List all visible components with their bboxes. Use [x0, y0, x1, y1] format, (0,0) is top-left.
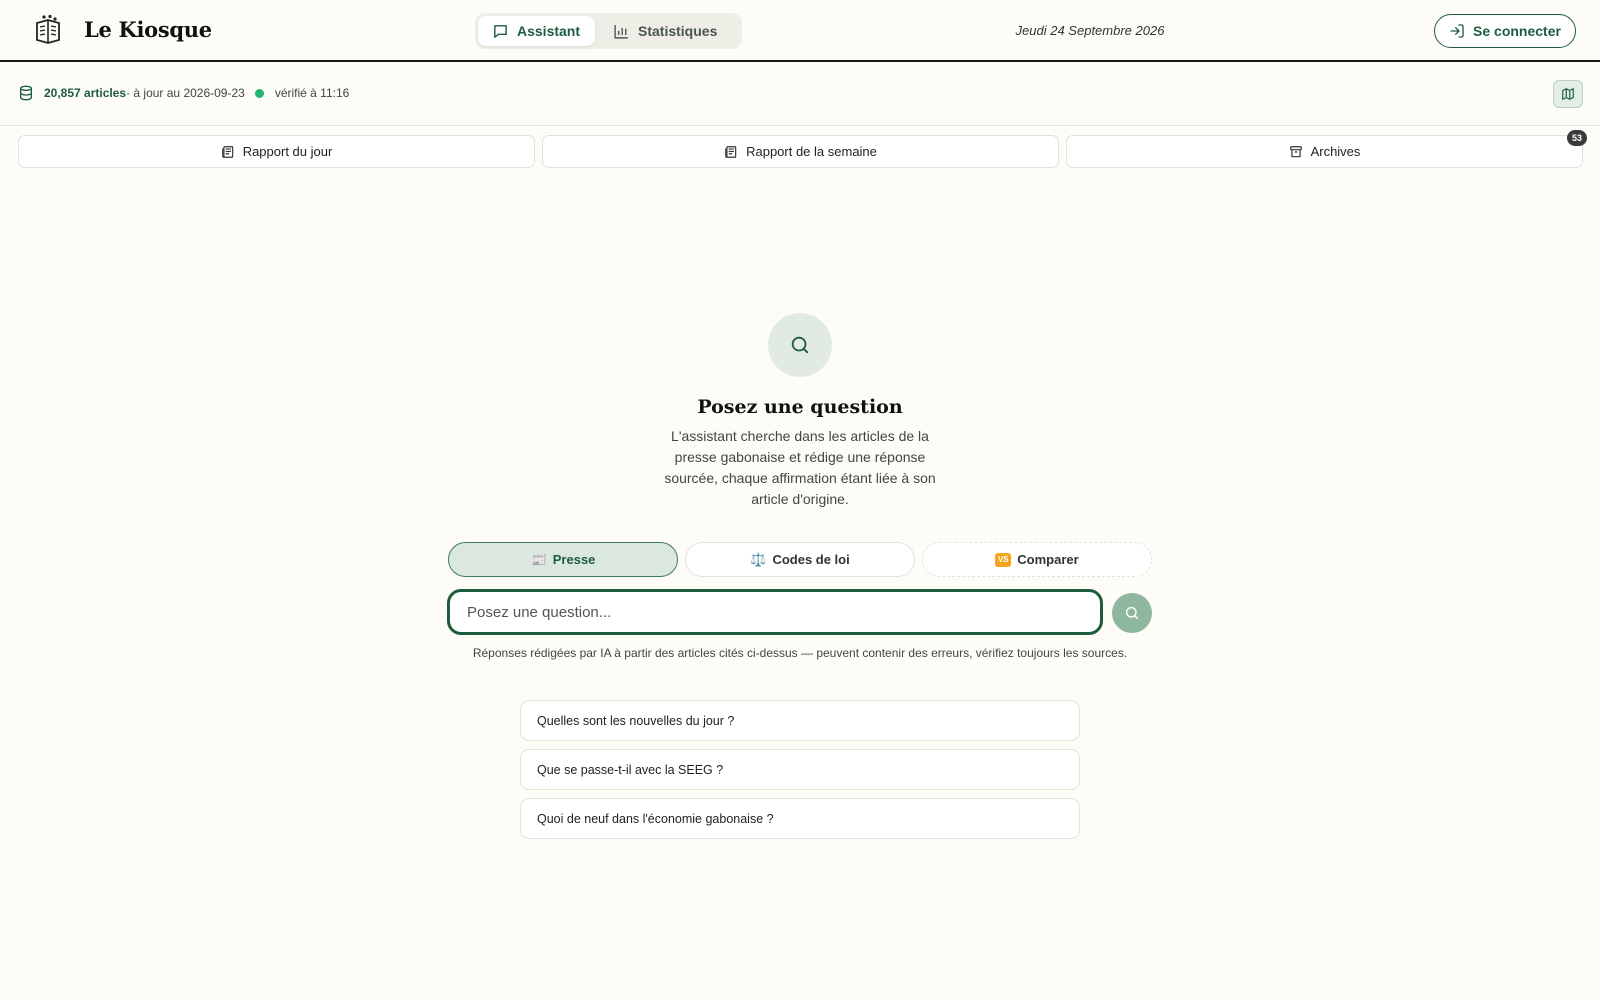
submit-search-button[interactable]: [1112, 593, 1152, 633]
report-daily-label: Rapport du jour: [242, 144, 333, 159]
vs-icon: VS: [995, 552, 1012, 567]
status-bar: 20,857 articles · à jour au 2026-09-23 v…: [0, 62, 1600, 126]
status-dot: [254, 88, 264, 98]
tab-statistiques-label: Statistiques: [638, 23, 718, 39]
main-nav-tabs: Assistant Statistiques: [475, 13, 742, 49]
updated-date: · à jour au 2026-09-23: [126, 86, 245, 100]
map-icon: [1562, 88, 1574, 100]
verified-time: vérifié à 11:16: [274, 86, 350, 100]
question-input[interactable]: [447, 589, 1103, 635]
login-arrow-icon: [1450, 24, 1464, 38]
report-weekly-label: Rapport de la semaine: [746, 144, 877, 159]
mode-codes-button[interactable]: ⚖️ Codes de loi: [685, 542, 915, 577]
search-icon: [1125, 606, 1139, 620]
mode-compare-label: Comparer: [1017, 552, 1079, 567]
brand-title[interactable]: Le Kiosque: [84, 17, 212, 42]
tab-assistant[interactable]: Assistant: [478, 16, 595, 46]
tab-assistant-label: Assistant: [517, 23, 581, 39]
current-date: Jeudi 24 Septembre 2026: [1015, 23, 1165, 38]
database-status: 20,857 articles · à jour au 2026-09-23 v…: [18, 85, 349, 101]
map-button[interactable]: [1553, 80, 1583, 108]
ai-disclaimer: Réponses rédigées par IA à partir des ar…: [472, 646, 1128, 660]
mode-presse-label: Presse: [552, 552, 596, 567]
login-button[interactable]: Se connecter: [1434, 14, 1576, 48]
article-count: 20,857 articles: [44, 86, 127, 100]
top-header: Le Kiosque Assistant Statistiques Jeudi …: [0, 0, 1600, 62]
archives-count-badge: 53: [1567, 130, 1587, 146]
newspaper-icon: [725, 145, 737, 158]
suggestion-item[interactable]: Que se passe-t-il avec la SEEG ?: [520, 749, 1080, 790]
archives-label: Archives: [1310, 144, 1361, 159]
hero-search-badge: [768, 313, 832, 377]
newspaper-stand-logo-icon[interactable]: [34, 14, 62, 44]
mode-presse-button[interactable]: 📰 Presse: [448, 542, 678, 577]
mode-compare-button[interactable]: VS Comparer: [922, 542, 1152, 577]
login-label: Se connecter: [1473, 23, 1561, 39]
scales-icon: ⚖️: [750, 551, 767, 567]
report-daily-button[interactable]: Rapport du jour: [18, 135, 535, 168]
bar-chart-icon: [614, 24, 628, 39]
suggestion-item[interactable]: Quoi de neuf dans l'économie gabonaise ?: [520, 798, 1080, 839]
newspaper-emoji-icon: 📰: [530, 551, 547, 567]
archives-button[interactable]: Archives: [1066, 135, 1583, 168]
chat-icon: [494, 24, 507, 38]
newspaper-icon: [221, 145, 233, 158]
report-weekly-button[interactable]: Rapport de la semaine: [542, 135, 1059, 168]
hero-description: L'assistant cherche dans les articles de…: [664, 428, 936, 507]
search-icon: [791, 336, 809, 354]
mode-codes-label: Codes de loi: [772, 552, 850, 567]
hero-title: Posez une question: [697, 396, 903, 418]
database-icon: [20, 85, 32, 101]
archive-icon: [1289, 145, 1302, 157]
suggestion-item[interactable]: Quelles sont les nouvelles du jour ?: [520, 700, 1080, 741]
tab-statistiques[interactable]: Statistiques: [599, 16, 731, 46]
